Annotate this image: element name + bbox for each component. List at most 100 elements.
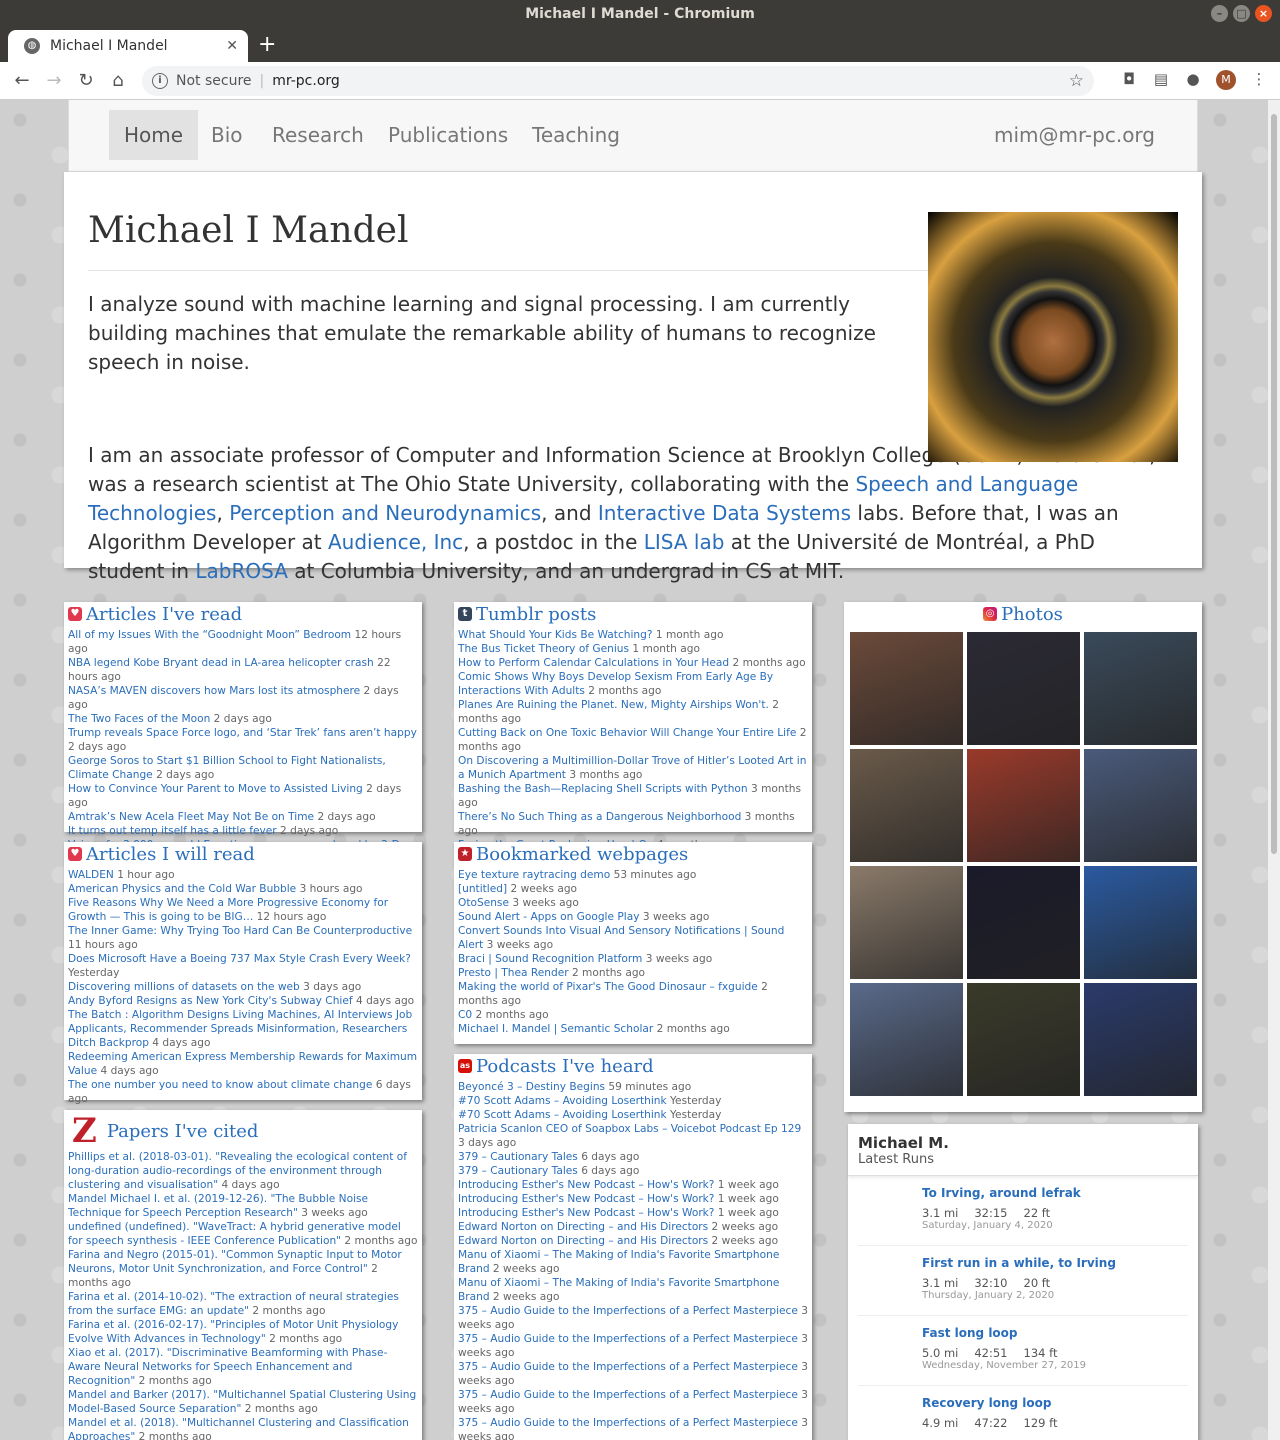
home-icon[interactable]: ⌂ [102, 70, 134, 91]
item-link[interactable]: All of my Issues With the “Goodnight Moo… [68, 629, 351, 641]
item-link[interactable]: OtoSense [458, 897, 509, 909]
item-link[interactable]: Edward Norton on Directing – and His Dir… [458, 1221, 708, 1233]
scrollbar-thumb[interactable] [1271, 114, 1277, 854]
close-window-icon[interactable]: × [1255, 5, 1272, 22]
item-link[interactable]: The Two Faces of the Moon [68, 713, 210, 725]
item-link[interactable]: #70 Scott Adams – Avoiding Loserthink [458, 1109, 667, 1121]
item-link[interactable]: Patricia Scanlon CEO of Soapbox Labs – V… [458, 1123, 801, 1135]
item-link[interactable]: Bashing the Bash—Replacing Shell Scripts… [458, 783, 748, 795]
intro-link[interactable]: LabROSA [195, 559, 287, 583]
photo-thumbnail[interactable] [967, 749, 1080, 862]
item-link[interactable]: 379 – Cautionary Tales [458, 1151, 578, 1163]
new-tab-icon[interactable]: + [258, 31, 276, 59]
item-link[interactable]: Planes Are Ruining the Planet. New, Migh… [458, 699, 769, 711]
item-link[interactable]: Farina et al. (2016-02-17). "Principles … [68, 1319, 398, 1345]
item-link[interactable]: Introducing Esther's New Podcast – How's… [458, 1207, 714, 1219]
item-link[interactable]: Cutting Back on One Toxic Behavior Will … [458, 727, 796, 739]
photo-thumbnail[interactable] [967, 866, 1080, 979]
item-link[interactable]: Braci | Sound Recognition Platform [458, 953, 642, 965]
photo-thumbnail[interactable] [1084, 632, 1197, 745]
intro-link[interactable]: Interactive Data Systems [598, 501, 851, 525]
item-link[interactable]: NBA legend Kobe Bryant dead in LA-area h… [68, 657, 374, 669]
item-link[interactable]: The Batch : Algorithm Designs Living Mac… [68, 1009, 412, 1049]
item-link[interactable]: Does Microsoft Have a Boeing 737 Max Sty… [68, 953, 411, 965]
info-icon[interactable]: i [152, 73, 168, 89]
item-link[interactable]: What Should Your Kids Be Watching? [458, 629, 653, 641]
photo-thumbnail[interactable] [1084, 983, 1197, 1096]
item-link[interactable]: 375 – Audio Guide to the Imperfections o… [458, 1389, 798, 1401]
item-link[interactable]: Presto | Thea Render [458, 967, 569, 979]
menu-icon[interactable]: ⋮ [1250, 70, 1268, 90]
item-link[interactable]: Andy Byford Resigns as New York City's S… [68, 995, 353, 1007]
item-link[interactable]: How to Perform Calendar Calculations in … [458, 657, 729, 669]
forward-icon[interactable]: → [38, 70, 70, 91]
item-link[interactable]: Amtrak’s New Acela Fleet May Not Be on T… [68, 811, 314, 823]
photo-thumbnail[interactable] [850, 866, 963, 979]
photo-thumbnail[interactable] [967, 983, 1080, 1096]
item-link[interactable]: There’s No Such Thing as a Dangerous Nei… [458, 811, 741, 823]
item-link[interactable]: Farina et al. (2014-10-02). "The extract… [68, 1291, 399, 1317]
photo-thumbnail[interactable] [850, 632, 963, 745]
nav-bio[interactable]: Bio [196, 110, 258, 160]
item-link[interactable]: The Inner Game: Why Trying Too Hard Can … [68, 925, 412, 937]
item-link[interactable]: Trump reveals Space Force logo, and ‘Sta… [68, 727, 417, 739]
nav-research[interactable]: Research [257, 110, 379, 160]
item-link[interactable]: American Physics and the Cold War Bubble [68, 883, 296, 895]
nav-email[interactable]: mim@mr-pc.org [994, 110, 1155, 160]
item-link[interactable]: #70 Scott Adams – Avoiding Loserthink [458, 1095, 667, 1107]
item-link[interactable]: Introducing Esther's New Podcast – How's… [458, 1193, 714, 1205]
item-link[interactable]: The Bus Ticket Theory of Genius [458, 643, 629, 655]
nav-home[interactable]: Home [109, 110, 199, 160]
item-link[interactable]: George Soros to Start $1 Billion School … [68, 755, 386, 781]
item-link[interactable]: Beyoncé 3 – Destiny Begins [458, 1081, 605, 1093]
item-link[interactable]: NASA’s MAVEN discovers how Mars lost its… [68, 685, 360, 697]
scrollbar[interactable] [1268, 100, 1280, 1440]
run-title[interactable]: First run in a while, to Irving [922, 1256, 1188, 1270]
item-link[interactable]: The one number you need to know about cl… [68, 1079, 372, 1091]
profile-avatar-icon[interactable]: M [1216, 70, 1236, 90]
photo-thumbnail[interactable] [967, 632, 1080, 745]
athlete-name[interactable]: Michael M. [858, 1134, 1188, 1152]
item-link[interactable]: [untitled] [458, 883, 507, 895]
star-icon[interactable]: ☆ [1069, 71, 1084, 91]
item-link[interactable]: Michael I. Mandel | Semantic Scholar [458, 1023, 653, 1035]
item-link[interactable]: Introducing Esther's New Podcast – How's… [458, 1179, 714, 1191]
intro-link[interactable]: Audience, Inc [328, 530, 463, 554]
run-title[interactable]: Recovery long loop [922, 1396, 1188, 1410]
browser-tab[interactable]: ◍ Michael I Mandel ✕ [8, 30, 248, 62]
item-link[interactable]: 375 – Audio Guide to the Imperfections o… [458, 1417, 798, 1429]
item-link[interactable]: Discovering millions of datasets on the … [68, 981, 300, 993]
address-bar[interactable]: i Not secure | mr-pc.org ☆ [142, 66, 1094, 96]
nav-teaching[interactable]: Teaching [517, 110, 635, 160]
item-link[interactable]: 375 – Audio Guide to the Imperfections o… [458, 1333, 798, 1345]
minimize-icon[interactable]: – [1211, 5, 1228, 22]
nav-publications[interactable]: Publications [373, 110, 523, 160]
run-title[interactable]: To Irving, around lefrak [922, 1186, 1188, 1200]
reload-icon[interactable]: ↻ [70, 70, 102, 91]
intro-link[interactable]: LISA lab [644, 530, 725, 554]
item-link[interactable]: Mandel et al. (2018). "Multichannel Clus… [68, 1417, 409, 1440]
pocket-icon[interactable]: ◘ [1120, 70, 1138, 90]
item-link[interactable]: 375 – Audio Guide to the Imperfections o… [458, 1361, 798, 1373]
close-tab-icon[interactable]: ✕ [226, 38, 238, 54]
item-link[interactable]: It turns out temp itself has a little fe… [68, 825, 277, 837]
item-link[interactable]: 375 – Audio Guide to the Imperfections o… [458, 1305, 798, 1317]
item-link[interactable]: 379 – Cautionary Tales [458, 1165, 578, 1177]
photo-thumbnail[interactable] [1084, 866, 1197, 979]
photo-thumbnail[interactable] [1084, 749, 1197, 862]
item-link[interactable]: WALDEN [68, 869, 114, 881]
photo-thumbnail[interactable] [850, 983, 963, 1096]
back-icon[interactable]: ← [6, 70, 38, 91]
item-link[interactable]: Sound Alert - Apps on Google Play [458, 911, 639, 923]
item-link[interactable]: How to Convince Your Parent to Move to A… [68, 783, 363, 795]
item-link[interactable]: Farina and Negro (2015-01). "Common Syna… [68, 1249, 402, 1275]
item-link[interactable]: Xiao et al. (2017). "Discriminative Beam… [68, 1347, 387, 1387]
photo-thumbnail[interactable] [850, 749, 963, 862]
maximize-icon[interactable]: □ [1233, 5, 1250, 22]
page-icon[interactable]: ▤ [1152, 70, 1170, 90]
item-link[interactable]: Eye texture raytracing demo [458, 869, 610, 881]
intro-link[interactable]: Perception and Neurodynamics [229, 501, 541, 525]
item-link[interactable]: Making the world of Pixar's The Good Din… [458, 981, 758, 993]
cookie-icon[interactable]: ● [1184, 70, 1202, 90]
item-link[interactable]: Five Reasons Why We Need a More Progress… [68, 897, 388, 923]
